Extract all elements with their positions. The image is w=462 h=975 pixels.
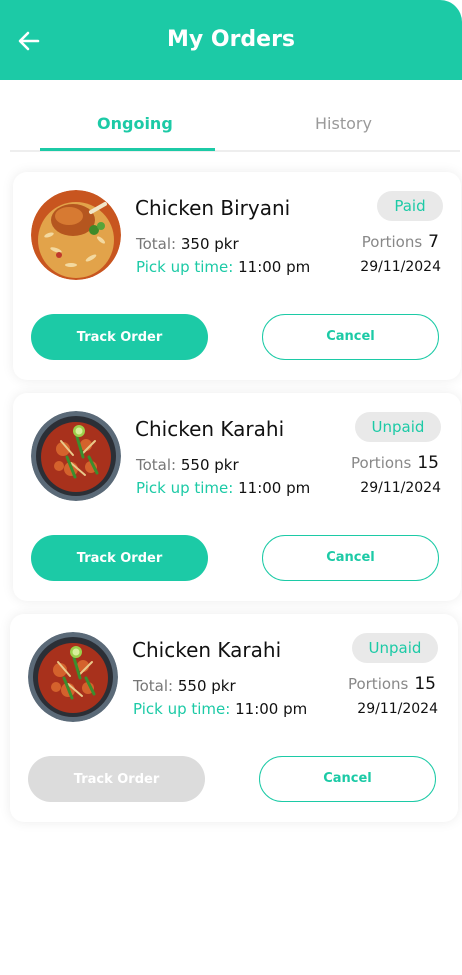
cancel-button[interactable]: Cancel <box>259 756 436 802</box>
pickup-time: Pick up time: 11:00 pm <box>136 258 310 276</box>
portions-value: 15 <box>417 453 439 473</box>
order-total: Total: 550 pkr <box>136 456 239 474</box>
order-total: Total: 550 pkr <box>133 677 236 695</box>
pickup-value: 11:00 pm <box>238 479 311 497</box>
portions-label: Portions <box>347 675 409 693</box>
pickup-label: Pick up time: <box>133 700 231 718</box>
pickup-time: Pick up time: 11:00 pm <box>136 479 310 497</box>
portions-value: 7 <box>428 232 439 252</box>
tab-ongoing[interactable]: Ongoing <box>97 114 173 133</box>
chicken-karahi-image <box>28 632 118 722</box>
portions-value: 15 <box>414 674 436 694</box>
track-order-button[interactable]: Track Order <box>31 535 208 581</box>
tab-history[interactable]: History <box>315 114 372 133</box>
total-value: 550 pkr <box>180 456 239 474</box>
food-name: Chicken Biryani <box>135 196 291 220</box>
chicken-biryani-image <box>31 190 121 280</box>
pickup-value: 11:00 pm <box>238 258 311 276</box>
portions-label: Portions <box>361 233 423 251</box>
order-card: Chicken Biryani Total: 350 pkr Pick up t… <box>13 172 461 380</box>
pickup-value: 11:00 pm <box>235 700 308 718</box>
total-label: Total: <box>133 677 174 695</box>
active-tab-indicator <box>40 148 215 151</box>
track-order-button[interactable]: Track Order <box>28 756 205 802</box>
order-card: Chicken Karahi Total: 550 pkr Pick up ti… <box>10 614 458 822</box>
total-value: 350 pkr <box>180 235 239 253</box>
track-order-button[interactable]: Track Order <box>31 314 208 360</box>
total-value: 550 pkr <box>177 677 236 695</box>
food-name: Chicken Karahi <box>135 417 285 441</box>
app-header: My Orders <box>0 0 462 80</box>
total-label: Total: <box>136 456 177 474</box>
chicken-karahi-image <box>31 411 121 501</box>
order-date: 29/11/2024 <box>360 259 441 275</box>
status-badge: Unpaid <box>352 633 438 663</box>
status-badge: Unpaid <box>355 412 441 442</box>
page-title: My Orders <box>166 27 296 52</box>
pickup-label: Pick up time: <box>136 479 234 497</box>
cancel-button[interactable]: Cancel <box>262 314 439 360</box>
pickup-label: Pick up time: <box>136 258 234 276</box>
portions-label: Portions <box>350 454 412 472</box>
total-label: Total: <box>136 235 177 253</box>
portions: Portions 15 <box>348 674 436 694</box>
food-name: Chicken Karahi <box>132 638 282 662</box>
order-total: Total: 350 pkr <box>136 235 239 253</box>
pickup-time: Pick up time: 11:00 pm <box>133 700 307 718</box>
order-date: 29/11/2024 <box>360 480 441 496</box>
order-card: Chicken Karahi Total: 550 pkr Pick up ti… <box>13 393 461 601</box>
status-badge: Paid <box>377 191 443 221</box>
portions: Portions 15 <box>351 453 439 473</box>
portions: Portions 7 <box>362 232 439 252</box>
cancel-button[interactable]: Cancel <box>262 535 439 581</box>
order-date: 29/11/2024 <box>357 701 438 717</box>
order-tabs: Ongoing History <box>10 100 460 152</box>
